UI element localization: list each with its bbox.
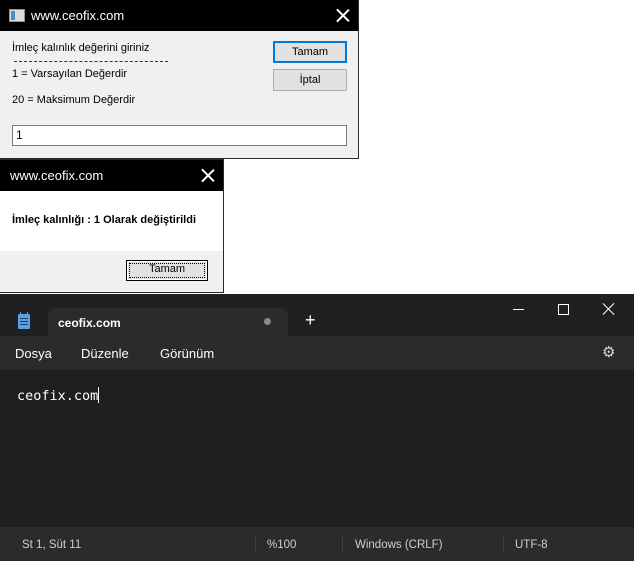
- ok-button[interactable]: Tamam: [273, 41, 347, 63]
- message-dialog: www.ceofix.com İmleç kalınlığı : 1 Olara…: [0, 160, 223, 292]
- minimize-icon[interactable]: [513, 309, 524, 310]
- message-dialog-titlebar[interactable]: www.ceofix.com: [0, 160, 223, 191]
- tab-title: ceofix.com: [58, 316, 121, 330]
- unsaved-dot-icon[interactable]: [264, 318, 271, 325]
- status-line-ending[interactable]: Windows (CRLF): [355, 539, 443, 551]
- status-zoom[interactable]: %100: [267, 539, 296, 551]
- ok-button[interactable]: Tamam: [126, 260, 208, 281]
- status-divider: [342, 536, 343, 552]
- window-app-icon: [9, 9, 25, 22]
- menu-bar: Dosya Düzenle Görünüm ⚙: [0, 336, 634, 370]
- menu-view[interactable]: Görünüm: [160, 346, 214, 361]
- text-caret: [98, 387, 100, 403]
- maximize-icon[interactable]: [558, 304, 569, 315]
- status-divider: [503, 536, 504, 552]
- status-bar: St 1, Süt 11 %100 Windows (CRLF) UTF-8: [0, 527, 634, 561]
- prompt-line-1: İmleç kalınlık değerini giriniz: [12, 42, 150, 54]
- close-icon[interactable]: [603, 303, 615, 315]
- status-position: St 1, Süt 11: [22, 539, 82, 551]
- editor-content: ceofix.com: [17, 387, 100, 404]
- message-text: İmleç kalınlığı : 1 Olarak değiştirildi: [12, 214, 197, 226]
- menu-edit[interactable]: Düzenle: [81, 346, 129, 361]
- input-dialog: www.ceofix.com İmleç kalınlık değerini g…: [0, 0, 358, 158]
- prompt-divider: [14, 61, 168, 62]
- editor-text: ceofix.com: [17, 388, 99, 404]
- input-dialog-title: www.ceofix.com: [31, 8, 125, 23]
- message-dialog-title: www.ceofix.com: [10, 168, 104, 183]
- notepad-icon: [18, 312, 30, 329]
- gear-icon[interactable]: ⚙: [602, 345, 615, 360]
- prompt-line-3: 20 = Maksimum Değerdir: [12, 94, 136, 106]
- cursor-width-input[interactable]: 1: [12, 125, 347, 146]
- tab-strip: ceofix.com +: [0, 294, 634, 336]
- new-tab-button[interactable]: +: [305, 310, 316, 330]
- notepad-window: ceofix.com + Dosya Düzenle Görünüm ⚙ ceo…: [0, 294, 634, 561]
- cancel-button[interactable]: İptal: [273, 69, 347, 91]
- text-editor[interactable]: ceofix.com: [0, 370, 634, 527]
- tab-ceofix[interactable]: ceofix.com: [48, 308, 288, 336]
- close-icon[interactable]: [336, 8, 350, 22]
- status-encoding[interactable]: UTF-8: [515, 539, 548, 551]
- input-dialog-titlebar[interactable]: www.ceofix.com: [0, 0, 358, 31]
- status-divider: [255, 536, 256, 552]
- prompt-line-2: 1 = Varsayılan Değerdir: [12, 68, 128, 80]
- menu-file[interactable]: Dosya: [15, 346, 52, 361]
- close-icon[interactable]: [201, 168, 215, 182]
